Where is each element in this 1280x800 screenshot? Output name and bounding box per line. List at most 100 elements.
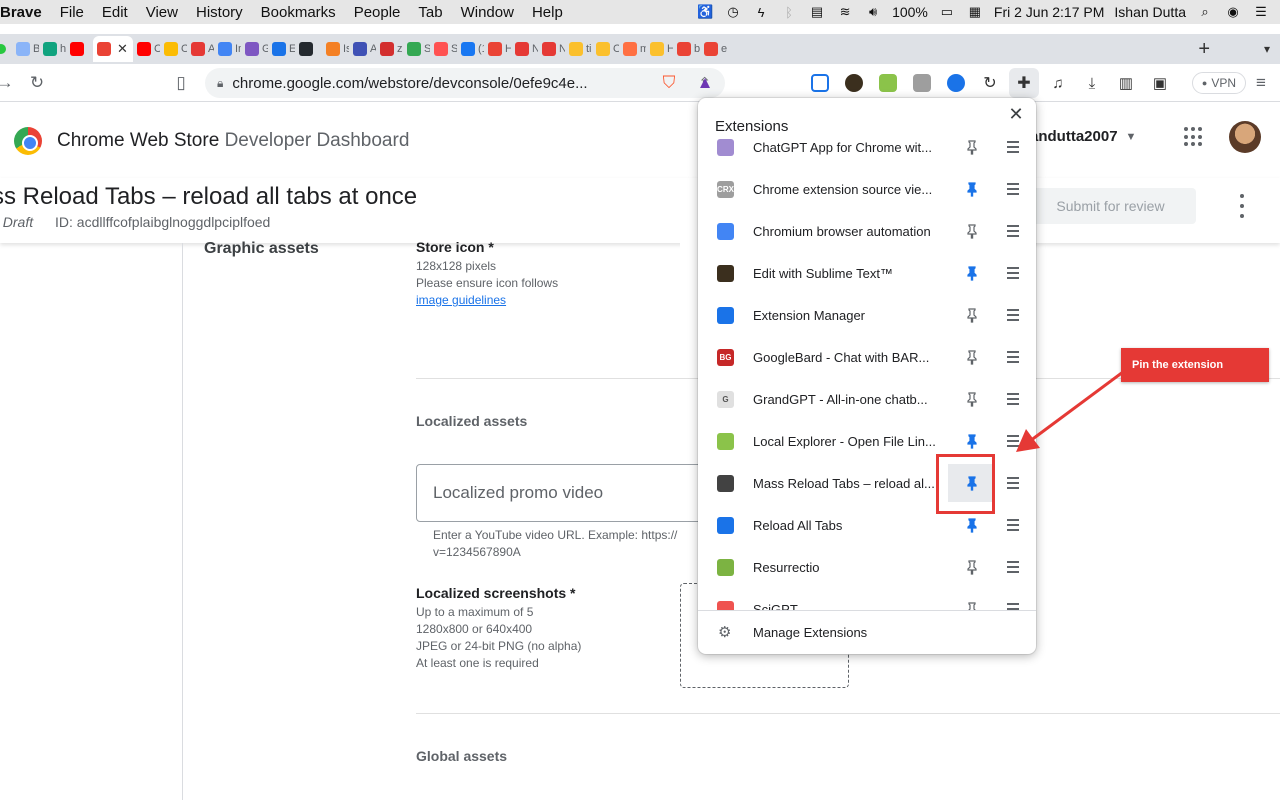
- extension-menu-icon[interactable]: [1007, 183, 1019, 195]
- pin-icon[interactable]: [964, 265, 980, 281]
- mass-reload-extension-icon[interactable]: ↻: [975, 68, 1005, 98]
- tab[interactable]: N: [538, 36, 565, 62]
- brave-rewards-icon[interactable]: ▲: [690, 68, 720, 98]
- pin-icon[interactable]: [964, 139, 980, 155]
- bluetooth-icon[interactable]: ᛒ: [780, 4, 798, 20]
- extension-row[interactable]: Resurrectio: [698, 546, 1036, 588]
- tab[interactable]: Ai: [349, 36, 376, 62]
- avatar[interactable]: [1229, 121, 1261, 153]
- extension-row[interactable]: Extension Manager: [698, 294, 1036, 336]
- extension-menu-icon[interactable]: [1007, 309, 1019, 321]
- brave-shields-icon[interactable]: ⛉: [654, 68, 684, 98]
- google-apps-icon[interactable]: [1184, 127, 1204, 147]
- accessibility-icon[interactable]: ♿: [696, 4, 714, 20]
- pin-icon[interactable]: [964, 601, 980, 610]
- time-machine-icon[interactable]: ◷: [724, 4, 742, 20]
- more-options-icon[interactable]: [1232, 194, 1252, 218]
- crx-extension-icon[interactable]: [907, 68, 937, 98]
- extension-row[interactable]: SciGPT: [698, 588, 1036, 610]
- account-selector[interactable]: andutta2007 ▼: [1030, 128, 1136, 145]
- tab[interactable]: H: [484, 36, 511, 62]
- tab-search-icon[interactable]: ▾: [1264, 42, 1270, 56]
- menu-tab[interactable]: Tab: [409, 4, 451, 21]
- wallet-icon[interactable]: ▣: [1145, 68, 1175, 98]
- bookmark-icon[interactable]: ▯: [166, 68, 196, 98]
- extension-row[interactable]: Edit with Sublime Text™: [698, 252, 1036, 294]
- extension-row[interactable]: CRX Chrome extension source vie...: [698, 168, 1036, 210]
- submit-for-review-button[interactable]: Submit for review: [1025, 188, 1196, 224]
- manage-extensions-item[interactable]: ⚙ Manage Extensions: [698, 611, 1036, 653]
- reader-extension-icon[interactable]: [805, 68, 835, 98]
- new-tab-icon[interactable]: +: [1198, 38, 1210, 61]
- media-control-icon[interactable]: ♫: [1043, 68, 1073, 98]
- extension-row[interactable]: ChatGPT App for Chrome wit...: [698, 126, 1036, 168]
- menu-bookmarks[interactable]: Bookmarks: [252, 4, 345, 21]
- spotlight-search-icon[interactable]: ⌕: [1196, 4, 1214, 20]
- tab[interactable]: m: [619, 36, 646, 62]
- browser-menu-icon[interactable]: ≡: [1246, 68, 1276, 98]
- sidebar-icon[interactable]: ▥: [1111, 68, 1141, 98]
- keyboard-icon[interactable]: ▤: [808, 4, 826, 20]
- pin-icon[interactable]: [964, 559, 980, 575]
- tab[interactable]: (1: [457, 36, 484, 62]
- tab[interactable]: Sc: [403, 36, 430, 62]
- extension-menu-icon[interactable]: [1007, 141, 1019, 153]
- tab[interactable]: Si: [430, 36, 457, 62]
- sublime-extension-icon[interactable]: [839, 68, 869, 98]
- extension-row[interactable]: G GrandGPT - All-in-one chatb...: [698, 378, 1036, 420]
- tab[interactable]: Is: [322, 36, 349, 62]
- battery-icon[interactable]: ▭: [938, 4, 956, 20]
- wifi-icon[interactable]: ≋: [836, 4, 854, 20]
- menubar-user[interactable]: Ishan Dutta: [1114, 4, 1186, 20]
- tab-active[interactable]: ✕: [93, 36, 133, 62]
- tab[interactable]: [66, 36, 93, 62]
- tab[interactable]: O: [592, 36, 619, 62]
- tab[interactable]: [295, 36, 322, 62]
- date-icon[interactable]: ▦: [966, 4, 984, 20]
- tab-close-icon[interactable]: ✕: [117, 41, 128, 57]
- tab[interactable]: ht: [39, 36, 66, 62]
- download-icon[interactable]: ⤓: [1077, 68, 1107, 98]
- extension-menu-icon[interactable]: [1007, 603, 1019, 610]
- siri-icon[interactable]: ◉: [1224, 4, 1242, 20]
- tab[interactable]: Ci: [133, 36, 160, 62]
- image-guidelines-link[interactable]: image guidelines: [416, 292, 558, 309]
- tab[interactable]: Ex: [268, 36, 295, 62]
- app-menu[interactable]: Brave: [0, 4, 51, 21]
- extension-menu-icon[interactable]: [1007, 561, 1019, 573]
- reload-icon[interactable]: ↻: [22, 68, 52, 98]
- extension-menu-icon[interactable]: [1007, 477, 1019, 489]
- tab[interactable]: N: [511, 36, 538, 62]
- extension-menu-icon[interactable]: [1007, 393, 1019, 405]
- chrome-web-store-logo[interactable]: [14, 127, 42, 155]
- tab[interactable]: bl: [673, 36, 700, 62]
- pin-icon[interactable]: [964, 349, 980, 365]
- control-center-icon[interactable]: ☰: [1252, 4, 1270, 20]
- address-bar[interactable]: 🔒︎ chrome.google.com/webstore/devconsole…: [205, 68, 725, 98]
- menu-file[interactable]: File: [51, 4, 93, 21]
- tab[interactable]: A: [187, 36, 214, 62]
- vpn-button[interactable]: ● VPN: [1191, 72, 1246, 94]
- tab[interactable]: Ba: [12, 36, 39, 62]
- tab[interactable]: G: [241, 36, 268, 62]
- volume-icon[interactable]: 🔊︎: [864, 4, 882, 20]
- menu-people[interactable]: People: [345, 4, 410, 21]
- pin-icon[interactable]: [964, 223, 980, 239]
- tab[interactable]: In: [214, 36, 241, 62]
- extension-row[interactable]: Chromium browser automation: [698, 210, 1036, 252]
- pin-icon[interactable]: [964, 307, 980, 323]
- menu-view[interactable]: View: [137, 4, 187, 21]
- extension-menu-icon[interactable]: [1007, 351, 1019, 363]
- extension-menu-icon[interactable]: [1007, 267, 1019, 279]
- tab[interactable]: tii: [565, 36, 592, 62]
- menu-help[interactable]: Help: [523, 4, 572, 21]
- pin-icon[interactable]: [964, 433, 980, 449]
- puzzle-extensions-icon[interactable]: ✚: [1009, 68, 1039, 98]
- close-icon[interactable]: ✕: [1006, 104, 1026, 124]
- extension-menu-icon[interactable]: [1007, 225, 1019, 237]
- extension-row[interactable]: BG GoogleBard - Chat with BAR...: [698, 336, 1036, 378]
- pin-icon[interactable]: [964, 517, 980, 533]
- window-controls-icon[interactable]: [0, 44, 6, 54]
- menubar-clock[interactable]: Fri 2 Jun 2:17 PM: [994, 4, 1105, 20]
- pin-icon[interactable]: [964, 391, 980, 407]
